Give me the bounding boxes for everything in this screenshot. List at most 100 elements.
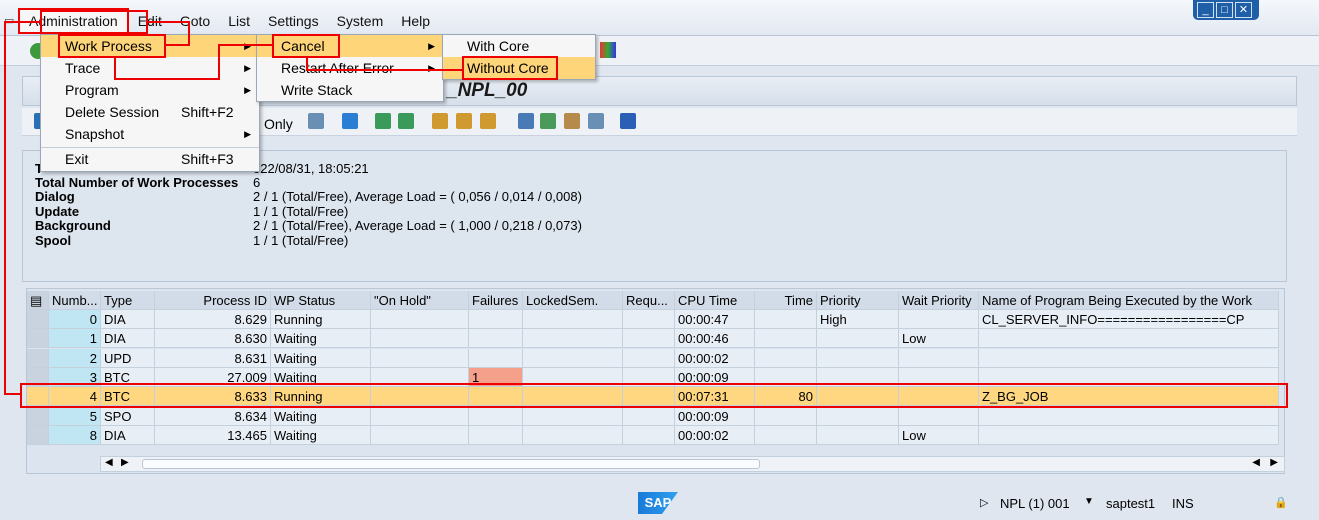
- table-row[interactable]: 2 UPD 8.631 Waiting 00:00:02: [27, 348, 1284, 368]
- menu-item-restart-after-error[interactable]: Restart After Error ▶: [257, 57, 443, 79]
- table-cell: Low: [899, 425, 979, 445]
- detail-icon[interactable]: [308, 113, 324, 129]
- maximize-icon[interactable]: □: [1216, 2, 1233, 18]
- sort-descending-icon[interactable]: [398, 113, 414, 129]
- grid-icon[interactable]: [432, 113, 448, 129]
- table-row[interactable]: 1 DIA 8.630 Waiting 00:00:46 Low: [27, 329, 1284, 349]
- menu-item-program[interactable]: Program ▶: [41, 79, 259, 101]
- print-icon[interactable]: [518, 113, 534, 129]
- menu-item-write-stack[interactable]: Write Stack: [257, 79, 443, 101]
- row-selector[interactable]: [27, 310, 49, 329]
- row-selector[interactable]: [27, 348, 49, 368]
- col-header[interactable]: Wait Priority: [899, 291, 979, 310]
- table-cell: 00:00:46: [675, 329, 755, 349]
- table-cell: CL_SERVER_INFO=================CP: [979, 310, 1279, 329]
- table-cell: Waiting: [271, 329, 371, 349]
- table-cell: [623, 348, 675, 368]
- menu-item-label: Trace: [65, 60, 101, 76]
- table-cell: SPO: [101, 406, 155, 426]
- info-icon[interactable]: [620, 113, 636, 129]
- menu-item-exit[interactable]: Exit Shift+F3: [41, 148, 259, 170]
- table-cell: [371, 310, 469, 329]
- menu-settings[interactable]: Settings: [259, 10, 328, 32]
- table-cell: Low: [899, 329, 979, 349]
- col-header[interactable]: Name of Program Being Executed by the Wo…: [979, 291, 1279, 310]
- table-cell: Waiting: [271, 425, 371, 445]
- edit-icon[interactable]: [564, 113, 580, 129]
- filter-icon[interactable]: [342, 113, 358, 129]
- col-header[interactable]: Requ...: [623, 291, 675, 310]
- menu-help[interactable]: Help: [392, 10, 439, 32]
- table-cell: [469, 310, 523, 329]
- table-cell: [523, 406, 623, 426]
- table-row[interactable]: 5 SPO 8.634 Waiting 00:00:09: [27, 406, 1284, 426]
- menu-list[interactable]: List: [219, 10, 259, 32]
- col-header[interactable]: Failures: [469, 291, 523, 310]
- scroll-right-icon[interactable]: ▶: [1270, 457, 1278, 468]
- export-icon[interactable]: [540, 113, 556, 129]
- scroll-right-icon[interactable]: ▶: [121, 457, 129, 468]
- col-header[interactable]: Time: [755, 291, 817, 310]
- menu-item-label: Program: [65, 82, 119, 98]
- col-header[interactable]: CPU Time: [675, 291, 755, 310]
- select-all-icon[interactable]: ▤: [27, 291, 49, 310]
- col-header[interactable]: Priority: [817, 291, 899, 310]
- annotation-line: [4, 21, 40, 23]
- table-cell: [817, 348, 899, 368]
- table-cell: [623, 329, 675, 349]
- layout-icon[interactable]: [480, 113, 496, 129]
- info-value: 2 / 1 (Total/Free), Average Load = ( 1,0…: [253, 218, 582, 233]
- columns-icon[interactable]: [456, 113, 472, 129]
- menu-item-delete-session[interactable]: Delete Session Shift+F2: [41, 101, 259, 123]
- menu-item-with-core[interactable]: With Core: [443, 35, 595, 57]
- highlight-box: [462, 56, 558, 80]
- lock-icon[interactable]: 🔒: [1274, 496, 1288, 509]
- window-controls: _ □ ✕: [1193, 0, 1259, 20]
- col-header[interactable]: Numb...: [49, 291, 101, 310]
- table-cell: 8: [49, 425, 101, 445]
- table-cell: [469, 425, 523, 445]
- menu-system[interactable]: System: [328, 10, 393, 32]
- sort-ascending-icon[interactable]: [375, 113, 391, 129]
- row-selector[interactable]: [27, 425, 49, 445]
- table-cell: [817, 406, 899, 426]
- calculator-icon[interactable]: [588, 113, 604, 129]
- info-label: Spool: [35, 233, 72, 248]
- close-icon[interactable]: ✕: [1235, 2, 1252, 18]
- highlight-box: [58, 34, 166, 58]
- table-cell: 1: [49, 329, 101, 349]
- info-value: 1 / 1 (Total/Free): [253, 233, 349, 248]
- col-header[interactable]: Type: [101, 291, 155, 310]
- row-selector[interactable]: [27, 406, 49, 426]
- table-cell: [623, 406, 675, 426]
- page-title: _NPL_00: [447, 80, 528, 101]
- col-header[interactable]: WP Status: [271, 291, 371, 310]
- table-cell: [469, 329, 523, 349]
- menu-item-snapshot[interactable]: Snapshot ▶: [41, 123, 259, 145]
- table-cell: [371, 329, 469, 349]
- work-process-table: ▤ Numb... Type Process ID WP Status "On …: [26, 288, 1285, 474]
- row-selector[interactable]: [27, 329, 49, 349]
- table-row[interactable]: 8 DIA 13.465 Waiting 00:00:02 Low: [27, 425, 1284, 445]
- scroll-thumb[interactable]: [142, 459, 760, 469]
- scroll-left-icon[interactable]: ◀: [105, 457, 113, 468]
- only-label[interactable]: Only: [264, 116, 293, 132]
- table-cell: [755, 425, 817, 445]
- submenu-arrow-icon: ▶: [244, 129, 251, 139]
- table-cell: Waiting: [271, 348, 371, 368]
- table-row[interactable]: 0 DIA 8.629 Running 00:00:47 High CL_SERVER_IN…: [27, 310, 1284, 329]
- scroll-left-icon[interactable]: ◀: [1252, 457, 1260, 468]
- status-play-icon[interactable]: ▷: [980, 496, 988, 509]
- col-header[interactable]: "On Hold": [371, 291, 469, 310]
- info-value: 6: [253, 175, 261, 190]
- col-header[interactable]: LockedSem.: [523, 291, 623, 310]
- dropdown-icon[interactable]: ▼: [1084, 496, 1094, 507]
- menu-item-trace[interactable]: Trace ▶: [41, 57, 259, 79]
- table-cell: [371, 348, 469, 368]
- customize-layout-icon[interactable]: [600, 42, 616, 58]
- table-cell: Waiting: [271, 406, 371, 426]
- info-label: Update: [35, 204, 80, 219]
- table-cell: UPD: [101, 348, 155, 368]
- col-header[interactable]: Process ID: [155, 291, 271, 310]
- minimize-icon[interactable]: _: [1197, 2, 1214, 18]
